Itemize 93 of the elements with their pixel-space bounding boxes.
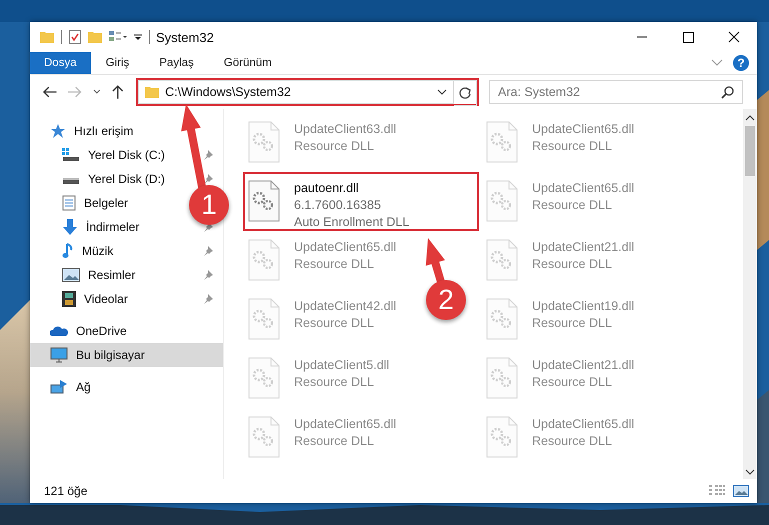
file-detail: Resource DLL xyxy=(294,256,375,273)
file-detail: Resource DLL xyxy=(532,315,613,332)
details-view-icon[interactable] xyxy=(709,485,725,497)
file-name[interactable]: UpdateClient65.dll xyxy=(532,180,634,197)
file-detail: Resource DLL xyxy=(532,138,613,155)
scroll-up-icon[interactable] xyxy=(745,115,755,121)
sidebar-item[interactable]: Yerel Disk (C:) xyxy=(30,143,169,167)
file-detail: Resource DLL xyxy=(532,197,613,214)
file-tile[interactable]: UpdateClient65.dll Resource DLL xyxy=(481,172,642,231)
sidebar-item[interactable]: Hızlı erişim xyxy=(30,119,223,143)
folder-icon[interactable] xyxy=(88,31,102,43)
search-field[interactable]: Ara: System32 xyxy=(489,80,743,104)
file-detail: Resource DLL xyxy=(294,374,375,391)
large-icons-view-icon[interactable] xyxy=(733,485,749,497)
music-note-icon xyxy=(62,243,74,259)
up-icon[interactable] xyxy=(110,84,124,100)
file-tile[interactable]: UpdateClient19.dll Resource DLL xyxy=(481,290,642,349)
sidebar-item[interactable]: Belgeler xyxy=(30,191,132,215)
file-name[interactable]: UpdateClient19.dll xyxy=(532,298,634,315)
chevron-icon[interactable] xyxy=(711,59,723,67)
sidebar-item[interactable]: Yerel Disk (D:) xyxy=(30,167,169,191)
file-detail: Auto Enrollment DLL xyxy=(294,214,410,231)
file-tile[interactable]: UpdateClient65.dll Resource DLL xyxy=(243,231,404,290)
monitor-icon xyxy=(50,347,68,363)
file-tile[interactable]: UpdateClient21.dll Resource DLL xyxy=(481,349,642,408)
document-icon xyxy=(62,195,76,211)
file-detail: 6.1.7600.16385 xyxy=(294,197,382,214)
sidebar-item[interactable]: Resimler xyxy=(30,263,140,287)
properties-icon[interactable] xyxy=(69,30,81,44)
film-icon xyxy=(62,291,76,307)
file-tile[interactable]: UpdateClient42.dll Resource DLL xyxy=(243,290,404,349)
sidebar-item[interactable]: Videolar xyxy=(30,287,132,311)
drive-icon xyxy=(62,148,80,162)
refresh-button[interactable] xyxy=(454,80,477,106)
arrow xyxy=(426,238,445,284)
scroll-down-icon[interactable] xyxy=(745,469,755,475)
dropdown-icon[interactable] xyxy=(437,89,447,95)
dropdown-icon[interactable] xyxy=(92,89,101,95)
help-button[interactable]: ? xyxy=(733,55,749,71)
scroll-thumb[interactable] xyxy=(745,126,755,176)
star-icon xyxy=(50,123,66,139)
file-name[interactable]: UpdateClient42.dll xyxy=(294,298,396,315)
file-tile[interactable]: UpdateClient5.dll Resource DLL xyxy=(243,349,398,408)
file-name[interactable]: UpdateClient65.dll xyxy=(532,416,634,433)
pin-icon[interactable] xyxy=(203,294,213,304)
file-detail: Resource DLL xyxy=(294,315,375,332)
scrollbar[interactable] xyxy=(743,109,757,479)
item-count: 121 öğe xyxy=(44,484,88,498)
file-name[interactable]: UpdateClient63.dll xyxy=(294,121,396,138)
sidebar-item[interactable]: OneDrive xyxy=(30,319,223,343)
file-name[interactable]: pautoenr.dll xyxy=(294,180,410,197)
file-detail: Resource DLL xyxy=(532,256,613,273)
file-detail: Resource DLL xyxy=(532,374,613,391)
file-tile[interactable]: pautoenr.dll 6.1.7600.16385 Auto Enrollment DLL xyxy=(243,172,479,231)
address-bar[interactable]: C:\Windows\System32 xyxy=(138,80,454,104)
file-name[interactable]: UpdateClient65.dll xyxy=(294,416,396,433)
window-title: System32 xyxy=(156,30,214,44)
cloud-icon xyxy=(50,325,68,337)
network-icon xyxy=(50,379,68,395)
file-name[interactable]: UpdateClient65.dll xyxy=(294,239,396,256)
file-tile[interactable]: UpdateClient65.dll Resource DLL xyxy=(243,408,404,467)
folder-icon[interactable] xyxy=(40,31,54,43)
file-name[interactable]: UpdateClient65.dll xyxy=(532,121,634,138)
file-tile[interactable]: UpdateClient63.dll Resource DLL xyxy=(243,113,404,172)
dropdown-icon[interactable] xyxy=(134,32,142,42)
file-tile[interactable]: UpdateClient65.dll Resource DLL xyxy=(481,408,642,467)
sidebar-item[interactable]: Ağ xyxy=(30,375,223,399)
pin-icon[interactable] xyxy=(203,174,213,184)
ribbon-tab[interactable]: Giriş xyxy=(90,52,144,74)
file-tile[interactable]: UpdateClient21.dll Resource DLL xyxy=(481,231,642,290)
file-name[interactable]: UpdateClient5.dll xyxy=(294,357,390,374)
pin-icon[interactable] xyxy=(203,246,213,256)
file-detail: Resource DLL xyxy=(294,138,375,155)
image-icon xyxy=(62,268,80,282)
folder-icon xyxy=(145,86,160,98)
back-icon[interactable] xyxy=(42,85,58,99)
file-detail: Resource DLL xyxy=(532,433,613,450)
ribbon-tab[interactable]: Paylaş xyxy=(144,52,209,74)
view-icon[interactable] xyxy=(109,31,127,43)
ribbon-tab[interactable]: Görünüm xyxy=(208,52,287,74)
ribbon-tab[interactable]: Dosya xyxy=(30,52,91,74)
file-name[interactable]: UpdateClient21.dll xyxy=(532,357,634,374)
search-icon xyxy=(721,86,734,99)
sidebar-item[interactable]: İndirmeler xyxy=(30,215,144,239)
file-name[interactable]: UpdateClient21.dll xyxy=(532,239,634,256)
pin-icon[interactable] xyxy=(203,150,213,160)
dll-file-icon[interactable] xyxy=(248,180,280,222)
pin-icon[interactable] xyxy=(203,270,213,280)
sidebar-item[interactable]: Müzik xyxy=(30,239,118,263)
download-icon xyxy=(62,219,78,235)
file-detail: Resource DLL xyxy=(294,433,375,450)
file-tile[interactable]: UpdateClient65.dll Resource DLL xyxy=(481,113,642,172)
sidebar-item[interactable]: Bu bilgisayar xyxy=(30,343,223,367)
